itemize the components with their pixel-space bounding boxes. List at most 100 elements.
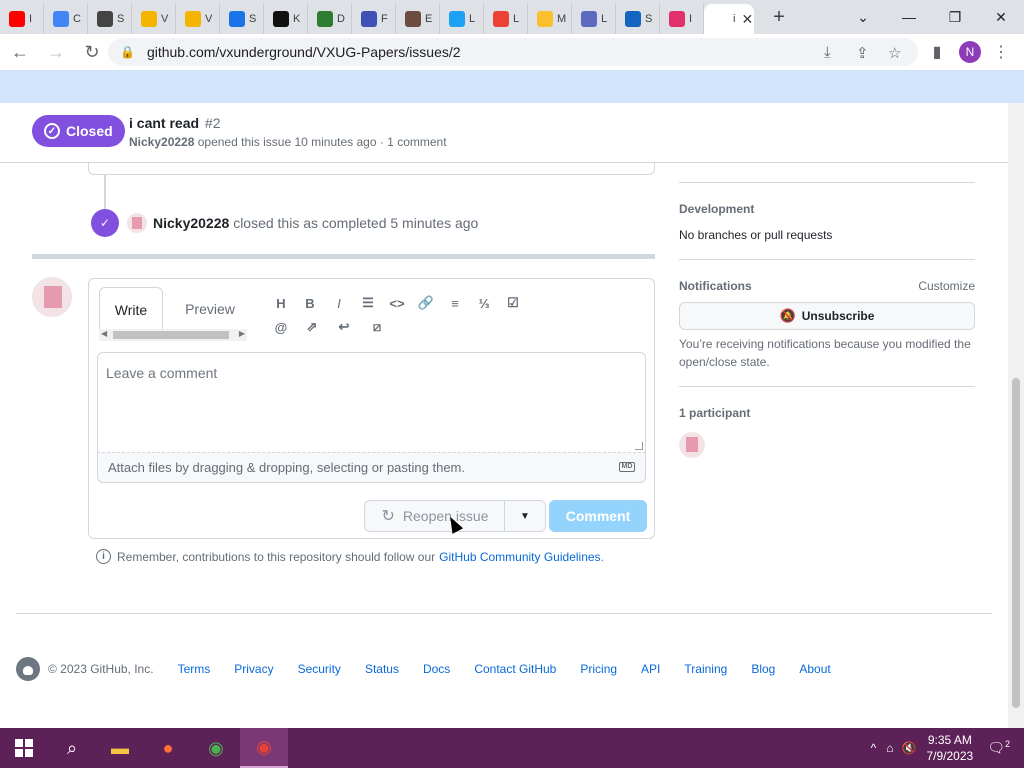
markdown-icon[interactable]: MD bbox=[619, 462, 635, 472]
participant-avatar[interactable] bbox=[679, 432, 705, 458]
notifications-icon[interactable]: 🗨2 bbox=[987, 739, 1010, 757]
tab-search-icon[interactable]: ⌄ bbox=[840, 0, 886, 34]
browser-tab[interactable]: K bbox=[264, 4, 308, 34]
browser-tab[interactable]: D bbox=[308, 4, 352, 34]
footer-link[interactable]: Docs bbox=[423, 662, 450, 676]
footer-link[interactable]: Privacy bbox=[234, 662, 273, 676]
chrome-profile-icon[interactable]: ◉ bbox=[240, 728, 288, 768]
reopen-issue-button[interactable]: ↻ Reopen issue bbox=[364, 500, 505, 532]
bold-icon[interactable]: B bbox=[299, 293, 321, 313]
footer-link[interactable]: Training bbox=[684, 662, 727, 676]
link-icon[interactable]: 🔗 bbox=[415, 293, 437, 313]
unsubscribe-button[interactable]: 🔕 Unsubscribe bbox=[679, 302, 975, 330]
browser-tab[interactable]: S bbox=[616, 4, 660, 34]
browser-tab[interactable]: E bbox=[396, 4, 440, 34]
clock[interactable]: 9:35 AM 7/9/2023 bbox=[926, 732, 973, 764]
side-panel-icon[interactable]: ▮ bbox=[923, 38, 951, 66]
notifications-heading: Notifications bbox=[679, 279, 752, 293]
footer-link[interactable]: Status bbox=[365, 662, 399, 676]
attach-files-bar[interactable]: Attach files by dragging & dropping, sel… bbox=[97, 452, 646, 483]
search-icon[interactable]: ⌕ bbox=[48, 728, 96, 768]
task-list-icon[interactable]: ☑ bbox=[502, 293, 524, 313]
slash-command-icon[interactable]: ⧄ bbox=[366, 317, 388, 337]
forward-arrow-icon[interactable]: → bbox=[40, 36, 72, 68]
install-icon[interactable]: ⤓ bbox=[824, 44, 831, 61]
quote-icon[interactable]: ☰ bbox=[357, 293, 379, 313]
github-logo-icon[interactable] bbox=[16, 657, 40, 681]
reopen-icon: ↻ bbox=[381, 508, 395, 525]
resize-handle[interactable] bbox=[635, 442, 643, 450]
heading-icon[interactable]: H bbox=[270, 293, 292, 313]
reply-icon[interactable]: ↩ bbox=[333, 317, 355, 337]
share-icon[interactable]: ⇪ bbox=[856, 44, 869, 62]
page-scrollbar[interactable] bbox=[1008, 103, 1024, 728]
browser-tab[interactable]: V bbox=[176, 4, 220, 34]
browser-tab[interactable]: S bbox=[220, 4, 264, 34]
unordered-list-icon[interactable]: ≡ bbox=[444, 293, 466, 313]
browser-tab[interactable]: L bbox=[572, 4, 616, 34]
tray-chevron-icon[interactable]: ^ bbox=[871, 741, 877, 755]
browser-tab[interactable]: I bbox=[0, 4, 44, 34]
browser-tab[interactable]: S bbox=[88, 4, 132, 34]
scroll-right-icon[interactable]: ▶ bbox=[239, 329, 245, 338]
browser-tab[interactable]: I bbox=[660, 4, 704, 34]
footer-link[interactable]: Pricing bbox=[580, 662, 617, 676]
user-avatar[interactable] bbox=[32, 277, 72, 317]
scroll-thumb[interactable] bbox=[113, 331, 229, 339]
address-bar[interactable]: 🔒 github.com/vxunderground/VXUG-Papers/i… bbox=[108, 38, 918, 66]
network-icon[interactable]: ⌂ bbox=[886, 741, 893, 755]
page-scrollbar-thumb[interactable] bbox=[1012, 378, 1020, 708]
new-tab-button[interactable]: + bbox=[762, 6, 796, 29]
chrome-icon[interactable]: ◉ bbox=[192, 728, 240, 768]
minimize-button[interactable]: — bbox=[886, 0, 932, 34]
bookmark-star-icon[interactable]: ☆ bbox=[888, 44, 901, 62]
browser-tab[interactable]: V bbox=[132, 4, 176, 34]
participants-heading: 1 participant bbox=[679, 406, 751, 420]
volume-muted-icon[interactable]: 🔇 bbox=[902, 741, 917, 755]
actor-avatar[interactable] bbox=[127, 213, 147, 233]
menu-dots-icon[interactable]: ⋮ bbox=[987, 38, 1015, 66]
google-icon bbox=[53, 11, 69, 27]
comment-textarea[interactable]: Leave a comment bbox=[97, 352, 646, 452]
browser-tab[interactable]: C bbox=[44, 4, 88, 34]
browser-tab[interactable]: L bbox=[440, 4, 484, 34]
browser-tab[interactable]: L bbox=[484, 4, 528, 34]
maximize-button[interactable]: ❐ bbox=[932, 0, 978, 34]
tab-write[interactable]: Write bbox=[99, 287, 163, 331]
browser-tab[interactable]: F bbox=[352, 4, 396, 34]
reopen-dropdown-caret-icon[interactable]: ▼ bbox=[504, 500, 546, 532]
issue-author-link[interactable]: Nicky20228 bbox=[129, 135, 194, 149]
guidelines-link[interactable]: GitHub Community Guidelines bbox=[439, 550, 600, 564]
ordered-list-icon[interactable]: ⅓ bbox=[473, 293, 495, 313]
comment-button[interactable]: Comment bbox=[549, 500, 647, 532]
footer-link[interactable]: API bbox=[641, 662, 660, 676]
issue-title: i cant read #2 bbox=[129, 115, 221, 131]
mention-icon[interactable]: @ bbox=[270, 317, 292, 337]
closed-actor-link[interactable]: Nicky20228 bbox=[153, 215, 229, 231]
scroll-left-icon[interactable]: ◀ bbox=[101, 329, 107, 338]
footer-link[interactable]: Terms bbox=[178, 662, 211, 676]
tab-preview[interactable]: Preview bbox=[175, 287, 245, 331]
bulb-icon bbox=[537, 11, 553, 27]
reload-icon[interactable]: ↻ bbox=[76, 36, 108, 68]
back-arrow-icon[interactable]: ← bbox=[4, 36, 36, 68]
browser-tab-label: F bbox=[381, 13, 388, 25]
browser-tab[interactable]: M bbox=[528, 4, 572, 34]
youtube-icon bbox=[9, 11, 25, 27]
footer-link[interactable]: About bbox=[799, 662, 830, 676]
footer-link[interactable]: Security bbox=[298, 662, 341, 676]
browser-tab[interactable]: i ✕ bbox=[704, 4, 754, 34]
code-icon[interactable]: <> bbox=[386, 293, 408, 313]
reference-icon[interactable]: ⇗ bbox=[301, 317, 323, 337]
firefox-icon[interactable]: ● bbox=[144, 728, 192, 768]
italic-icon[interactable]: I bbox=[328, 293, 350, 313]
close-tab-icon[interactable]: ✕ bbox=[741, 11, 753, 28]
start-button[interactable] bbox=[0, 728, 48, 768]
customize-link[interactable]: Customize bbox=[918, 279, 975, 293]
tab-scrollbar[interactable]: ◀ ▶ bbox=[99, 329, 247, 341]
footer-link[interactable]: Contact GitHub bbox=[474, 662, 556, 676]
close-window-button[interactable]: ✕ bbox=[978, 0, 1024, 34]
file-explorer-icon[interactable]: ▬ bbox=[96, 728, 144, 768]
profile-avatar[interactable]: N bbox=[959, 41, 981, 63]
footer-link[interactable]: Blog bbox=[751, 662, 775, 676]
